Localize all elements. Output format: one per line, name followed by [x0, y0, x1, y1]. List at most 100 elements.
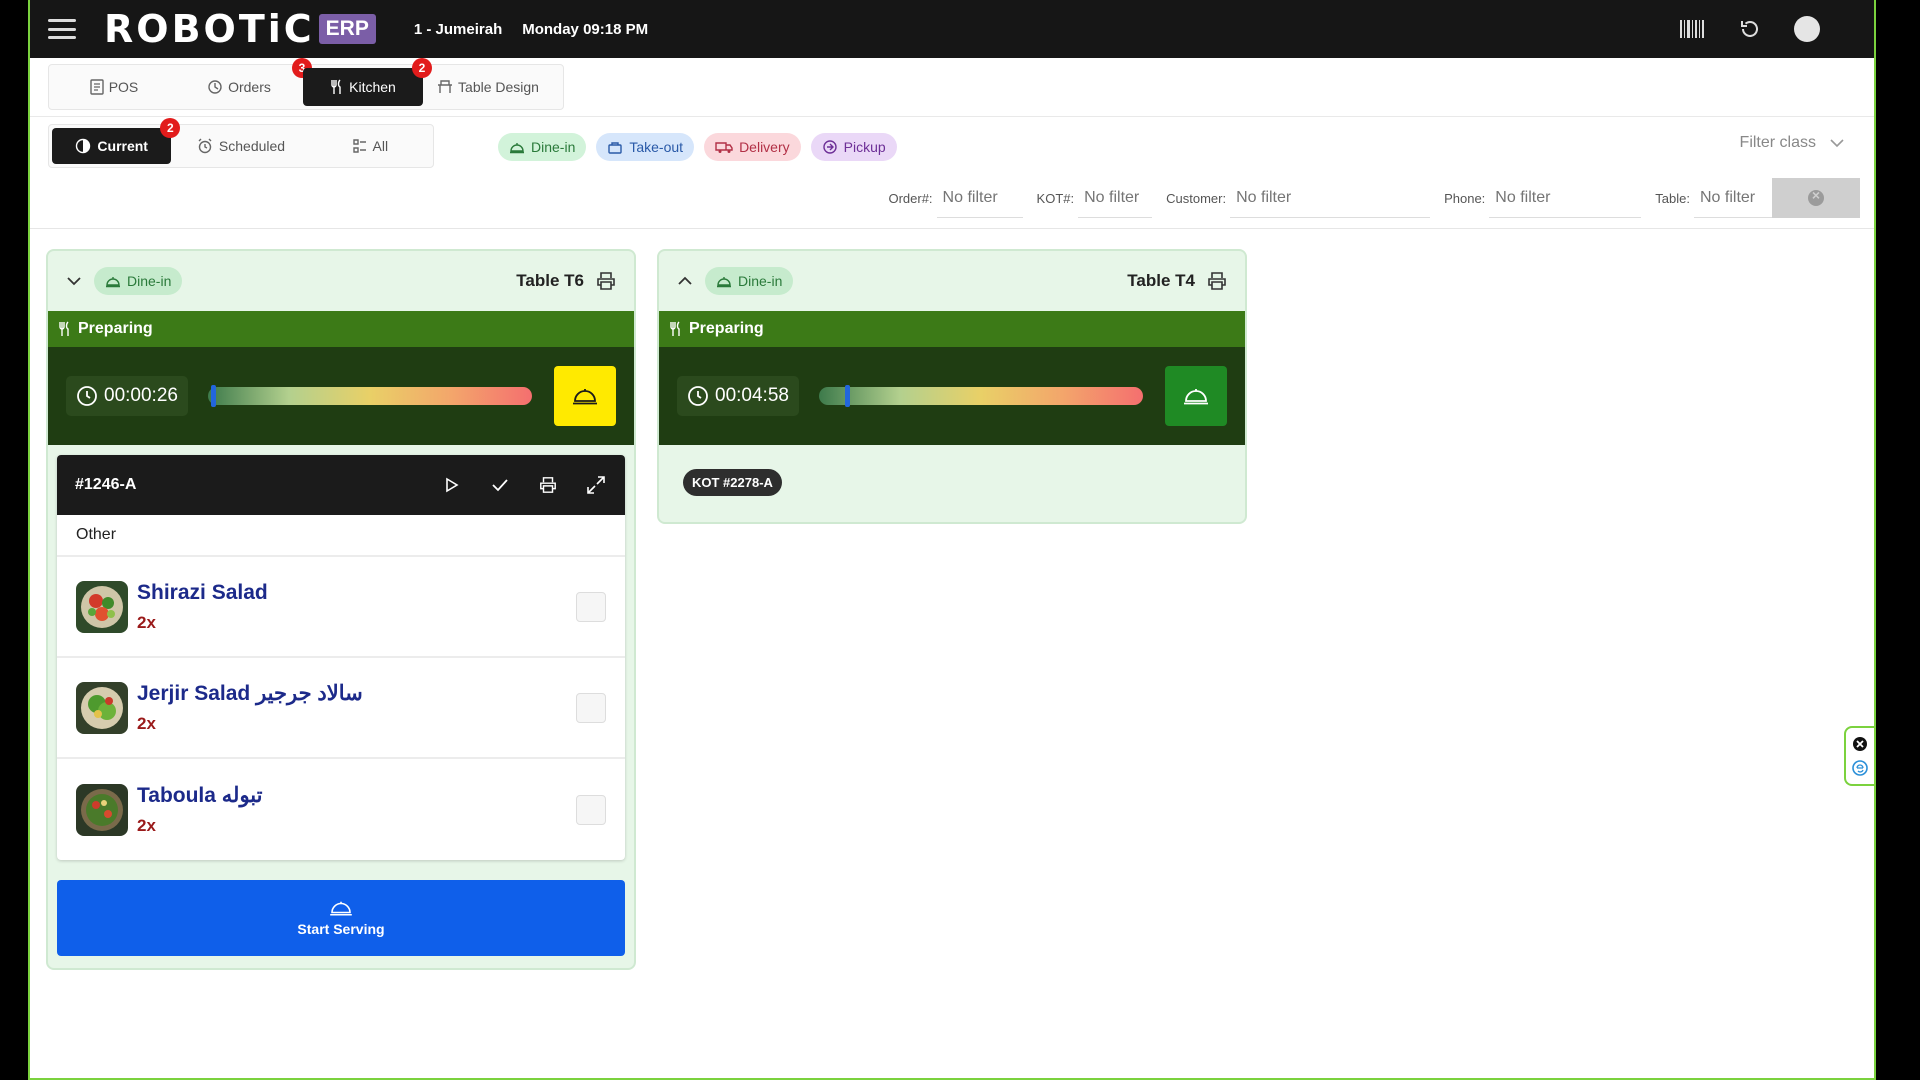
tab-all-label: All: [372, 138, 389, 154]
status-bar: Preparing: [48, 311, 634, 347]
tab-kitchen-label: Kitchen: [349, 79, 396, 95]
avatar[interactable]: [1794, 16, 1820, 42]
tab-table-design[interactable]: Table Design: [423, 68, 553, 106]
truck-icon: [715, 142, 733, 153]
kot-id: #1246-A: [75, 476, 137, 493]
customer-filter-input[interactable]: [1230, 178, 1431, 218]
start-serving-label: Start Serving: [297, 921, 385, 937]
item-checkbox[interactable]: [576, 692, 606, 723]
time-progress-bar: [207, 385, 532, 407]
serve-button[interactable]: [554, 366, 616, 426]
item-checkbox[interactable]: [576, 794, 606, 825]
item-checkbox[interactable]: [576, 591, 606, 622]
print-icon[interactable]: [596, 271, 616, 291]
kot-filter-label: KOT#:: [1036, 190, 1075, 206]
clear-filters-button[interactable]: [1772, 178, 1860, 218]
item-thumbnail: [76, 580, 128, 633]
logo-badge: ERP: [318, 14, 376, 44]
tab-pos[interactable]: POS: [53, 68, 175, 106]
chevron-up-icon[interactable]: [677, 273, 693, 289]
filter-take-out[interactable]: Take-out: [596, 133, 695, 161]
tab-scheduled-label: Scheduled: [218, 138, 286, 154]
chevron-down-icon[interactable]: [66, 273, 82, 289]
tab-orders[interactable]: Orders 3: [175, 58, 312, 106]
order-type-label: Dine-in: [738, 273, 783, 289]
item-name: Jerjir Salad سالاد جرجير: [137, 682, 363, 705]
table-label: Table T4: [1127, 271, 1195, 290]
order-type-badge: Dine-in: [94, 267, 183, 295]
branch-name[interactable]: 1 - Jumeirah: [414, 21, 502, 38]
start-serving-button[interactable]: Start Serving: [57, 880, 625, 956]
kot-chip[interactable]: KOT #2278-A: [683, 469, 782, 496]
cloche-icon: [330, 901, 352, 916]
tab-all[interactable]: All: [311, 128, 430, 164]
tab-kitchen[interactable]: Kitchen 2: [303, 58, 432, 106]
list-icon: [352, 139, 366, 153]
cloche-icon: [510, 143, 524, 154]
filter-take-out-label: Take-out: [629, 139, 684, 155]
half-circle-icon: [76, 138, 91, 154]
filter-pickup-label: Pickup: [843, 139, 886, 155]
check-icon[interactable]: [489, 474, 511, 496]
filter-delivery[interactable]: Delivery: [704, 133, 801, 161]
menu-icon[interactable]: [48, 19, 76, 39]
phone-filter-input[interactable]: [1489, 178, 1642, 218]
status-bar: Preparing: [659, 311, 1245, 347]
close-icon[interactable]: [1852, 736, 1868, 752]
clock-icon: [77, 386, 97, 406]
elapsed-timer: 00:00:26: [66, 376, 188, 416]
edge-icon[interactable]: [1852, 760, 1868, 776]
top-bar: ROBOTiC ERP 1 - Jumeirah Monday 09:18 PM: [30, 0, 1874, 58]
item-thumbnail: [76, 681, 128, 734]
date-time: Monday 09:18 PM: [522, 20, 649, 38]
item-quantity: 2x: [137, 612, 156, 632]
chevron-down-icon: [1830, 139, 1844, 148]
tab-current[interactable]: Current 2: [52, 118, 181, 164]
play-icon[interactable]: [441, 474, 463, 496]
table-filter-input[interactable]: [1694, 178, 1772, 218]
cloche-icon: [717, 277, 731, 288]
filter-delivery-label: Delivery: [739, 139, 790, 155]
filter-pickup[interactable]: Pickup: [810, 133, 897, 161]
progress-marker: [844, 385, 850, 407]
progress-marker: [211, 385, 217, 407]
list-item: Taboula تبوله 2x: [57, 759, 625, 860]
filter-dine-in-label: Dine-in: [531, 139, 576, 155]
order-filter-input[interactable]: [936, 178, 1023, 218]
elapsed-timer: 00:04:58: [677, 376, 799, 416]
tab-scheduled[interactable]: Scheduled: [171, 128, 310, 164]
order-type-badge: Dine-in: [705, 267, 794, 295]
pickup-icon: [822, 140, 837, 154]
barcode-icon[interactable]: [1678, 15, 1706, 43]
alarm-clock-icon: [198, 138, 212, 154]
divider: [30, 228, 1874, 229]
cloche-icon: [106, 277, 120, 288]
orders-icon: [208, 80, 222, 94]
serve-button[interactable]: [1165, 366, 1227, 426]
order-card-header: Dine-in Table T4: [659, 251, 1245, 311]
timer-value: 00:00:26: [104, 385, 178, 406]
logo: ROBOTiC ERP: [104, 7, 376, 51]
filter-dine-in[interactable]: Dine-in: [498, 133, 587, 161]
logo-text: ROBOTiC: [104, 7, 315, 51]
cloche-icon: [573, 389, 597, 405]
timer-value: 00:04:58: [715, 385, 789, 406]
kot-filter-input[interactable]: [1078, 178, 1153, 218]
print-icon[interactable]: [1207, 271, 1227, 291]
expand-icon[interactable]: [585, 474, 607, 496]
order-filter-label: Order#:: [888, 190, 933, 206]
tab-table-design-label: Table Design: [458, 79, 539, 95]
timer-row: 00:04:58: [659, 347, 1245, 445]
item-quantity: 2x: [137, 714, 156, 733]
print-icon[interactable]: [537, 474, 559, 496]
list-item: Shirazi Salad 2x: [57, 557, 625, 658]
utensils-icon: [59, 321, 69, 336]
filter-class-dropdown[interactable]: Filter class: [1740, 134, 1844, 152]
table-label: Table T6: [516, 271, 584, 290]
kot-header: #1246-A: [57, 455, 625, 515]
item-thumbnail: [76, 783, 128, 836]
category-label: Other: [57, 515, 625, 557]
table-icon: [438, 80, 453, 93]
item-name: Shirazi Salad: [137, 580, 268, 604]
refresh-icon[interactable]: [1736, 15, 1764, 43]
